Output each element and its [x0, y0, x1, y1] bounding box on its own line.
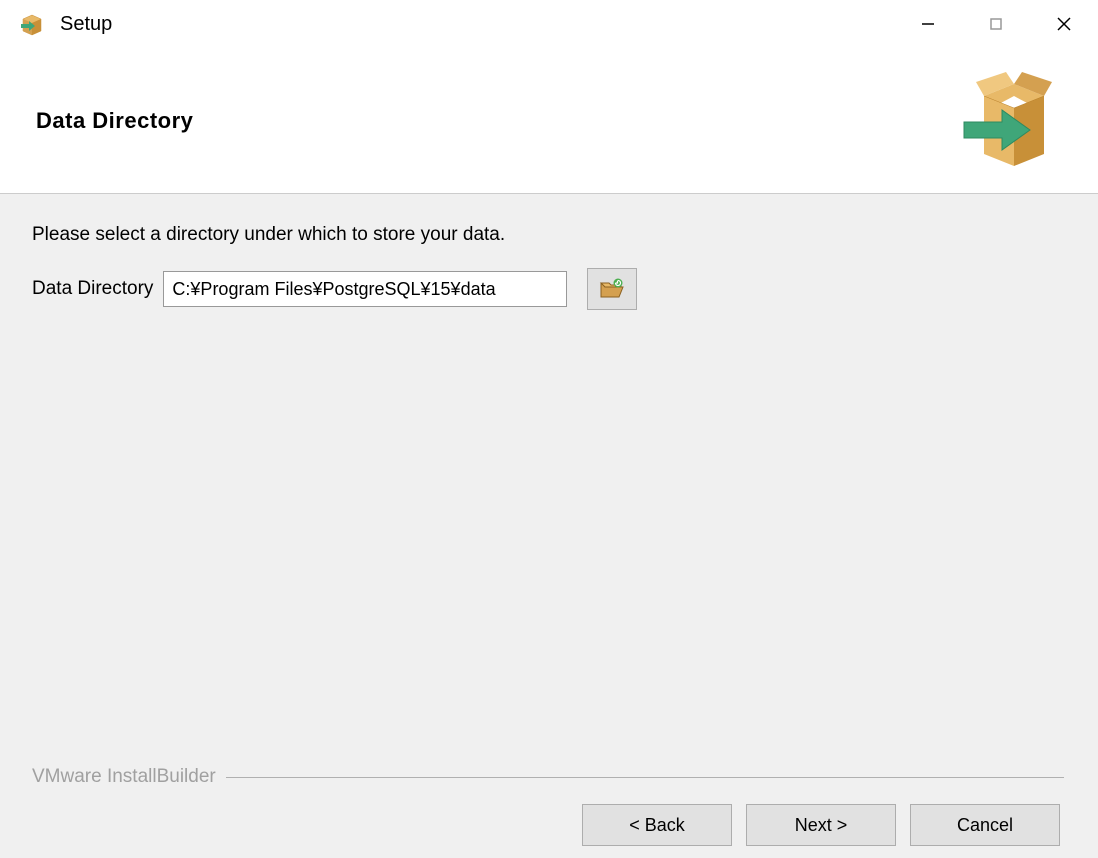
data-directory-input[interactable]	[163, 271, 567, 307]
cancel-button[interactable]: Cancel	[910, 804, 1060, 846]
window-controls	[894, 0, 1098, 48]
divider	[226, 777, 1064, 778]
browse-button[interactable]	[587, 268, 637, 310]
next-button[interactable]: Next >	[746, 804, 896, 846]
branding-line: VMware InstallBuilder	[32, 766, 1064, 788]
titlebar: Setup	[0, 0, 1098, 48]
window-title: Setup	[60, 13, 894, 36]
button-row: < Back Next > Cancel	[32, 804, 1064, 846]
wizard-header: Data Directory	[0, 48, 1098, 194]
data-directory-row: Data Directory	[32, 268, 1064, 310]
installer-logo-icon	[954, 66, 1074, 176]
page-title: Data Directory	[36, 108, 193, 134]
close-button[interactable]	[1030, 0, 1098, 48]
content-area: Please select a directory under which to…	[0, 194, 1098, 858]
branding-text: VMware InstallBuilder	[32, 766, 226, 788]
setup-window: Setup Data Directory	[0, 0, 1098, 858]
instruction-text: Please select a directory under which to…	[32, 224, 1064, 246]
app-icon	[18, 10, 46, 38]
back-button[interactable]: < Back	[582, 804, 732, 846]
folder-open-icon	[599, 277, 625, 301]
data-directory-label: Data Directory	[32, 278, 153, 300]
footer-area: VMware InstallBuilder < Back Next > Canc…	[32, 766, 1064, 858]
minimize-button[interactable]	[894, 0, 962, 48]
maximize-button[interactable]	[962, 0, 1030, 48]
